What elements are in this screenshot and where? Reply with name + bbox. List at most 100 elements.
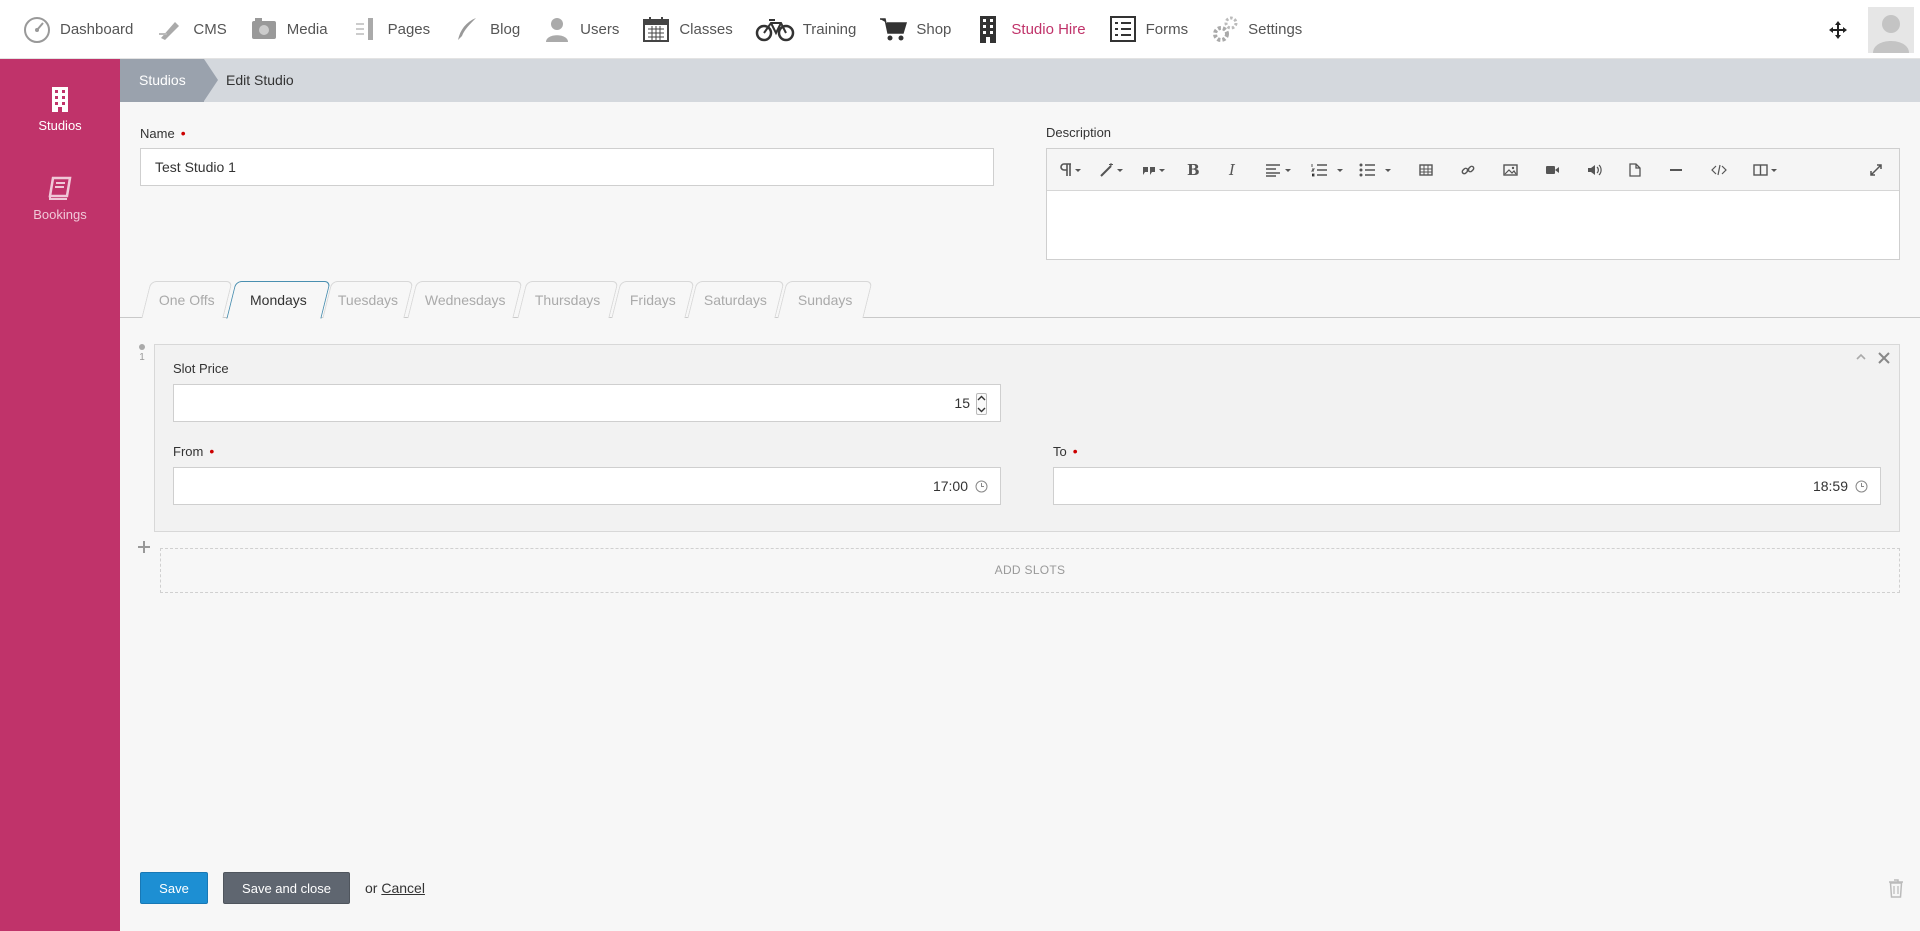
tab-sundays[interactable]: Sundays xyxy=(777,281,873,318)
to-time-input[interactable]: 18:59 xyxy=(1053,467,1881,505)
nav-cms[interactable]: CMS xyxy=(144,0,237,59)
cancel-link[interactable]: Cancel xyxy=(381,880,425,896)
avatar[interactable] xyxy=(1868,6,1914,53)
add-slots-button[interactable]: ADD SLOTS xyxy=(160,548,1900,593)
nav-forms-label: Forms xyxy=(1145,20,1189,38)
nav-pages-label: Pages xyxy=(387,20,431,38)
move-icon[interactable] xyxy=(1826,18,1850,42)
slot-price-input[interactable]: 15 xyxy=(173,384,1001,422)
tab-tuesdays[interactable]: Tuesdays xyxy=(322,281,414,318)
audio-icon[interactable] xyxy=(1587,161,1602,179)
nav-shop-label: Shop xyxy=(916,20,952,38)
close-icon[interactable] xyxy=(1877,351,1891,368)
nav-classes[interactable]: Classes xyxy=(630,0,743,59)
sidebar-item-studios[interactable]: Studios xyxy=(0,86,120,133)
quote-icon[interactable] xyxy=(1141,161,1167,179)
chevron-up-icon[interactable] xyxy=(977,394,986,403)
sidebar-item-bookings-label: Bookings xyxy=(33,207,87,222)
magic-wand-icon[interactable] xyxy=(1099,161,1125,179)
drag-dot-icon xyxy=(139,344,145,350)
name-label-text: Name xyxy=(140,126,175,141)
nav-media[interactable]: Media xyxy=(238,0,339,59)
required-marker: • xyxy=(1072,443,1078,459)
video-icon[interactable] xyxy=(1545,161,1560,179)
slot-price-label: Slot Price xyxy=(173,361,229,376)
from-time-input[interactable]: 17:00 xyxy=(173,467,1001,505)
horizontal-rule-icon[interactable] xyxy=(1669,161,1683,179)
tab-one-offs[interactable]: One Offs xyxy=(141,281,233,318)
sidebar: Studios Bookings xyxy=(0,59,120,931)
trash-icon[interactable] xyxy=(1888,878,1904,898)
nav-right xyxy=(1826,0,1920,59)
to-time-value: 18:59 xyxy=(1812,478,1848,494)
required-marker: • xyxy=(209,443,215,459)
pages-icon xyxy=(350,14,380,44)
nav-users[interactable]: Users xyxy=(531,0,630,59)
code-icon[interactable] xyxy=(1711,161,1727,179)
tab-fridays[interactable]: Fridays xyxy=(611,281,695,318)
tab-mondays[interactable]: Mondays xyxy=(226,281,331,319)
slot-index: 1 xyxy=(139,352,145,363)
slot-price-value: 15 xyxy=(954,395,970,411)
nav-forms[interactable]: Forms xyxy=(1097,0,1200,59)
nav-classes-label: Classes xyxy=(679,20,733,38)
tab-thursdays-label: Thursdays xyxy=(535,292,601,308)
columns-icon[interactable] xyxy=(1753,161,1781,179)
bold-icon[interactable]: B xyxy=(1187,161,1200,179)
nav-blog-label: Blog xyxy=(490,20,521,38)
book-icon xyxy=(47,175,73,201)
fullscreen-icon[interactable] xyxy=(1869,161,1883,179)
to-label: To • xyxy=(1053,443,1078,459)
nav-blog[interactable]: Blog xyxy=(441,0,531,59)
from-label: From • xyxy=(173,443,214,459)
required-marker: • xyxy=(180,125,186,141)
unordered-list-icon[interactable] xyxy=(1359,161,1393,179)
breadcrumb-studios[interactable]: Studios xyxy=(120,59,204,102)
table-icon[interactable] xyxy=(1419,161,1433,179)
italic-icon[interactable]: I xyxy=(1229,161,1235,179)
file-icon[interactable] xyxy=(1629,161,1641,179)
collapse-icon[interactable] xyxy=(1855,351,1867,366)
building-icon xyxy=(47,86,73,112)
nav-shop[interactable]: Shop xyxy=(867,0,962,59)
paragraph-icon[interactable] xyxy=(1059,161,1083,179)
nav-studio-hire-label: Studio Hire xyxy=(1011,20,1086,38)
add-icon[interactable] xyxy=(137,538,151,559)
ordered-list-icon[interactable] xyxy=(1311,161,1345,179)
tab-tuesdays-label: Tuesdays xyxy=(337,292,398,308)
breadcrumb-current: Edit Studio xyxy=(226,72,294,88)
nav-settings-label: Settings xyxy=(1248,20,1303,38)
nav-media-label: Media xyxy=(286,20,328,38)
image-icon[interactable] xyxy=(1503,161,1518,179)
tab-saturdays[interactable]: Saturdays xyxy=(687,281,785,318)
save-and-close-button[interactable]: Save and close xyxy=(223,872,350,904)
nav-settings[interactable]: Settings xyxy=(1199,0,1313,59)
slot-drag-handle[interactable]: 1 xyxy=(138,344,146,363)
nav-training[interactable]: Training xyxy=(744,0,868,59)
name-input[interactable]: Test Studio 1 xyxy=(140,148,994,186)
number-stepper[interactable] xyxy=(976,393,987,415)
tab-wednesdays[interactable]: Wednesdays xyxy=(407,281,523,318)
description-label: Description xyxy=(1046,125,1112,140)
nav-dashboard-label: Dashboard xyxy=(60,20,134,38)
pencil-icon xyxy=(155,14,185,44)
nav-studio-hire[interactable]: Studio Hire xyxy=(962,0,1096,59)
sidebar-item-bookings[interactable]: Bookings xyxy=(0,175,120,222)
nav-dashboard[interactable]: Dashboard xyxy=(0,0,144,59)
tab-sundays-label: Sundays xyxy=(797,292,853,308)
save-button[interactable]: Save xyxy=(140,872,208,904)
chevron-down-icon[interactable] xyxy=(977,405,986,414)
breadcrumb-separator xyxy=(204,59,218,101)
link-icon[interactable] xyxy=(1461,161,1475,179)
nav-users-label: Users xyxy=(580,20,620,38)
cart-icon xyxy=(878,14,908,44)
quill-icon xyxy=(452,14,482,44)
align-icon[interactable] xyxy=(1265,161,1293,179)
gears-icon xyxy=(1210,14,1240,44)
to-label-text: To xyxy=(1053,444,1067,459)
calendar-icon xyxy=(641,14,671,44)
camera-icon xyxy=(249,14,279,44)
nav-pages[interactable]: Pages xyxy=(339,0,442,59)
tab-thursdays[interactable]: Thursdays xyxy=(517,281,619,318)
building-icon xyxy=(973,14,1003,44)
